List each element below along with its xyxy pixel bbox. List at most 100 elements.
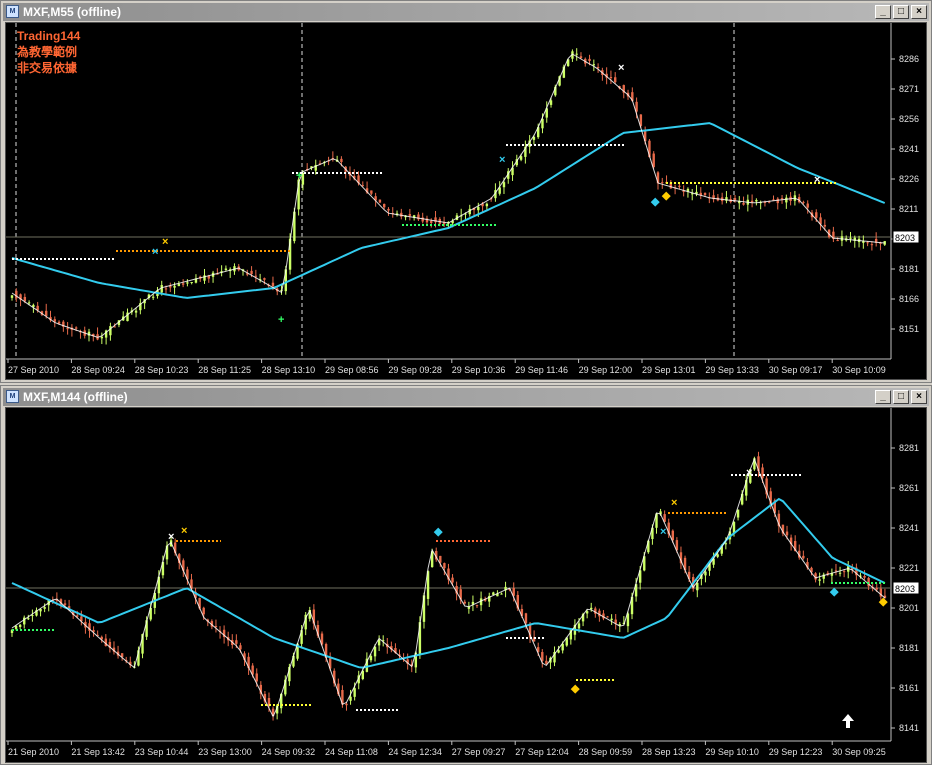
candle-body [696,582,699,591]
chart-window-m144[interactable]: M MXF,M144 (offline) _ □ × 8281 8261 8241 8… [0,385,932,765]
price-tick-label: 8201 [899,603,919,613]
candle-body [15,290,18,299]
price-tick-label: 8241 [899,523,919,533]
candle-body [502,182,506,188]
minimize-button[interactable]: _ [875,390,891,404]
candle-body [802,201,805,203]
candle-body [10,295,14,298]
candle-body [588,58,591,61]
title-bar[interactable]: M MXF,M55 (offline) _ □ × [3,3,929,21]
annotation-line-1: Trading144 [17,29,81,43]
chart-canvas[interactable]: 82818261824182218201818181618141812121 S… [6,408,927,763]
price-chart-m55[interactable]: Trading144 為教學範例 非交易依據 8286 8271 8256 8241 8… [5,22,927,380]
window-title: MXF,M144 (offline) [23,390,128,404]
time-tick-label: 29 Sep 13:01 [642,365,696,375]
time-tick-label: 29 Sep 13:33 [705,365,759,375]
time-tick-label: 21 Sep 2010 [8,747,59,757]
time-tick-label: 29 Sep 08:56 [325,365,379,375]
candle-body [255,673,258,682]
candle-body [263,278,266,280]
candle-body [585,611,589,614]
signal-marker: × [660,526,666,538]
candle-body [27,618,30,620]
candle-body [190,282,193,284]
signal-marker: ◆ [650,196,660,208]
candle-body [27,302,31,304]
annotation-line-2: 為教學範例 [17,44,77,59]
maximize-button[interactable]: □ [893,5,909,19]
candle-body [575,53,578,55]
candle-body [802,555,805,559]
chart-window-icon: M [6,5,19,18]
title-bar[interactable]: M MXF,M144 (offline) _ □ × [3,388,929,406]
close-button[interactable]: × [911,390,927,404]
chart-canvas[interactable]: Trading144 為教學範例 非交易依據 8286 8271 8256 8241 8… [6,23,927,380]
signal-marker: × [671,497,677,509]
candle-body [224,268,228,271]
price-tick-label: 8181 [899,264,919,274]
candle-body [353,688,356,697]
candle-body [834,570,838,572]
signal-marker: × [152,246,158,258]
candle-body [579,56,583,59]
candle-body [373,646,377,657]
candle-body [382,203,386,208]
annotation-line-3: 非交易依據 [17,60,78,75]
candle-body [100,336,104,339]
candle-body [838,572,842,574]
price-tick-label: 8286 [899,54,919,64]
candle-body [818,579,821,581]
price-tick-label: 8261 [899,483,919,493]
signal-marker: × [814,174,820,186]
close-button[interactable]: × [911,5,927,19]
candle-body [610,618,613,621]
time-tick-label: 29 Sep 10:36 [452,365,506,375]
minimize-button[interactable]: _ [875,5,891,19]
price-tick-label: 8271 [899,84,919,94]
price-chart-m144[interactable]: 82818261824182218201818181618141812121 S… [5,407,927,763]
time-tick-label: 28 Sep 13:10 [262,365,316,375]
candle-body [785,197,788,203]
chart-window-m55[interactable]: M MXF,M55 (offline) _ □ × Trading144 為教學… [0,0,932,383]
candle-body [716,554,719,557]
candle-body [186,282,189,284]
candle-body [387,208,390,211]
candle-body [408,214,412,216]
signal-marker: × [168,531,174,543]
time-tick-label: 30 Sep 09:25 [832,747,886,757]
candle-body [63,603,67,605]
candle-body [45,310,48,316]
candle-body [31,615,34,617]
candle-body [443,563,446,569]
current-price-label: 8203 [895,233,915,243]
candle-body [349,696,352,701]
time-tick-label: 27 Sep 12:04 [515,747,569,757]
signal-marker: + [278,314,284,326]
candle-body [780,198,784,200]
price-tick-label: 8226 [899,174,919,184]
candle-body [866,242,869,244]
candle-body [369,656,373,661]
signal-marker: × [499,154,505,166]
candle-body [66,328,69,330]
candle-body [340,158,343,163]
candle-body [181,283,185,285]
price-tick-label: 8161 [899,683,919,693]
time-tick-label: 29 Sep 09:28 [388,365,442,375]
candle-body [785,531,789,536]
time-tick-label: 24 Sep 12:34 [388,747,442,757]
candle-body [870,244,874,246]
time-tick-label: 29 Sep 12:00 [579,365,633,375]
price-tick-label: 8141 [899,723,919,733]
signal-marker: ◆ [570,683,580,695]
maximize-button[interactable]: □ [893,390,909,404]
candle-body [134,310,138,313]
candle-body [475,605,479,607]
candle-body [254,275,258,277]
time-tick-label: 30 Sep 09:17 [769,365,823,375]
time-tick-label: 29 Sep 12:23 [769,747,823,757]
signal-marker: ◆ [661,190,671,202]
candle-body [524,613,528,624]
candle-body [151,296,155,298]
candle-body [596,66,600,69]
